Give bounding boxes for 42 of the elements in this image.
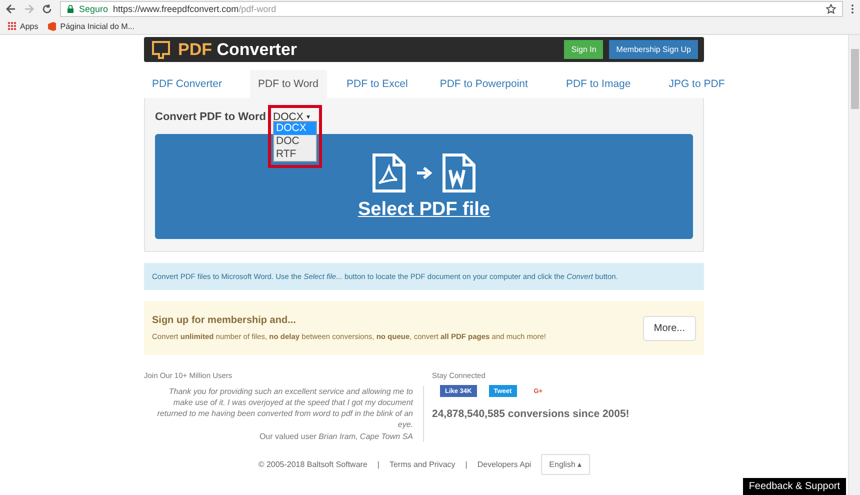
menu-icon[interactable]	[851, 4, 854, 14]
nav-tab[interactable]: PDF to Word	[250, 70, 327, 98]
arrow-icon	[416, 166, 432, 180]
copyright-text: © 2005-2018 Baltsoft Software	[258, 460, 368, 469]
url-text: https://www.freepdfconvert.com/pdf-word	[113, 4, 276, 14]
site-logo[interactable]: PDF Converter	[178, 40, 558, 60]
office-icon	[48, 22, 56, 31]
bookmark[interactable]: Página Inicial do M...	[48, 22, 134, 31]
membership-title: Sign up for membership and...	[152, 315, 297, 326]
nav-tab[interactable]: PDF to Image	[558, 70, 639, 98]
language-select[interactable]: English ▴	[541, 454, 590, 475]
logo-icon	[150, 40, 172, 60]
apps-grid-icon	[8, 22, 16, 30]
scrollbar-thumb[interactable]	[850, 49, 858, 109]
separator: |	[377, 460, 380, 469]
separator: |	[465, 460, 468, 469]
format-option[interactable]: RTF	[274, 148, 316, 161]
testimonial-author: Our valued user Brian Iram, Cape Town SA	[258, 431, 413, 442]
pdf-file-icon	[372, 152, 406, 192]
convert-label: Convert PDF to Word	[155, 111, 266, 123]
footer-link[interactable]: Developers Api	[477, 460, 532, 469]
footer-link[interactable]: Terms and Privacy	[389, 460, 456, 469]
feedback-button[interactable]: Feedback & Support	[742, 478, 846, 495]
nav-tab[interactable]: PDF to Excel	[338, 70, 416, 98]
sign-up-button[interactable]: Membership Sign Up	[609, 40, 698, 59]
nav-tab[interactable]: PDF to Powerpoint	[432, 70, 536, 98]
reload-icon[interactable]	[42, 4, 52, 14]
select-file-link[interactable]: Select PDF file	[358, 198, 490, 220]
conversion-count: 24,878,540,585 conversions since 2005!	[432, 408, 630, 420]
format-option[interactable]: DOC	[274, 135, 316, 148]
word-file-icon	[442, 152, 476, 192]
star-icon[interactable]	[826, 4, 836, 14]
more-button[interactable]: More...	[642, 316, 696, 340]
address-bar[interactable]: Seguro https://www.freepdfconvert.com/pdf-word	[60, 1, 843, 18]
secure-label: Seguro	[79, 4, 108, 14]
format-option[interactable]: DOCX	[274, 122, 316, 135]
bookmark[interactable]: Apps	[8, 22, 38, 31]
lock-icon	[67, 5, 74, 14]
testimonial-quote: Thank you for providing such an excellent service and allowing me to make use of it. I was overjoyed at the speed that I got my document returned to me having been converted from word to pdf in the blink of an eye.	[156, 386, 413, 430]
nav-tab[interactable]: JPG to PDF	[660, 70, 733, 98]
nav-tab[interactable]: PDF Converter	[144, 70, 230, 98]
back-icon[interactable]	[6, 4, 16, 14]
